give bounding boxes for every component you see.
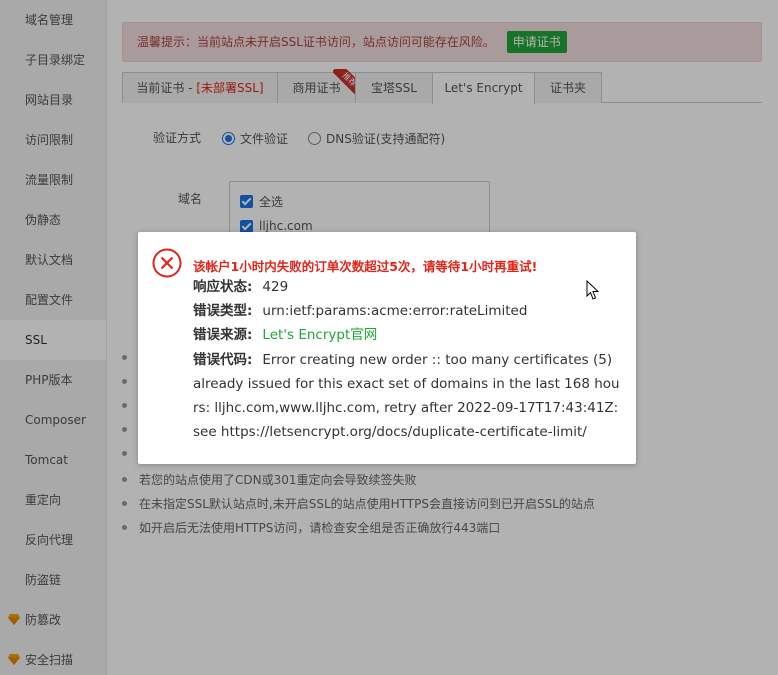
error-source-row: 错误来源: Let's Encrypt官网 <box>193 323 377 347</box>
response-status-value: 429 <box>262 279 289 295</box>
error-type-label: 错误类型: <box>193 303 253 319</box>
error-icon <box>152 248 182 278</box>
error-code-label: 错误代码: <box>193 352 253 368</box>
mouse-pointer-icon <box>586 280 600 300</box>
error-code-row: 错误代码: Error creating new order :: too man… <box>193 348 623 444</box>
error-type-row: 错误类型: urn:ietf:params:acme:error:rateLimi… <box>193 299 527 323</box>
error-source-value: Let's Encrypt官网 <box>262 327 378 343</box>
error-title: 该帐户1小时内失败的订单次数超过5次，请等待1小时再重试! <box>193 259 538 274</box>
error-source-label: 错误来源: <box>193 327 253 343</box>
response-status-row: 响应状态: 429 <box>193 275 288 299</box>
error-dialog: 该帐户1小时内失败的订单次数超过5次，请等待1小时再重试! 响应状态: 429 错… <box>138 232 636 464</box>
response-status-label: 响应状态: <box>193 279 253 295</box>
error-code-value: Error creating new order :: too many cer… <box>193 352 620 440</box>
error-type-value: urn:ietf:params:acme:error:rateLimited <box>262 303 528 319</box>
